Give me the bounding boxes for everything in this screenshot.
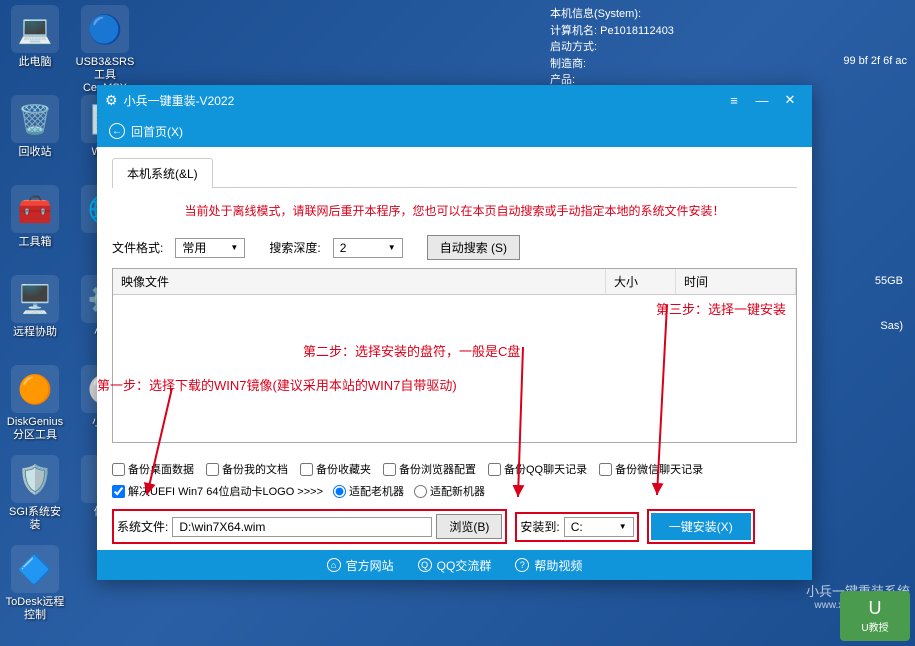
- backup-options: 备份桌面数据 备份我的文档 备份收藏夹 备份浏览器配置 备份QQ聊天记录 备份微…: [112, 461, 797, 477]
- table-header: 映像文件 大小 时间: [113, 269, 796, 295]
- desktop-icon[interactable]: 🗑️ 回收站: [5, 95, 65, 159]
- col-time[interactable]: 时间: [676, 269, 796, 294]
- back-arrow-icon: ←: [109, 123, 125, 139]
- desktop-icon[interactable]: 🔷 ToDesk远程控制: [5, 545, 65, 622]
- home-icon: ⌂: [327, 558, 341, 572]
- search-depth-select[interactable]: 2 ▼: [333, 238, 403, 258]
- qq-icon: Q: [418, 558, 432, 572]
- app-shortcut-icon: 🧰: [11, 185, 59, 233]
- footer-help[interactable]: ? 帮助视频: [515, 557, 582, 574]
- system-file-group: 系统文件: 浏览(B): [112, 509, 507, 544]
- system-file-input[interactable]: [172, 517, 432, 537]
- titlebar[interactable]: ⚙ 小兵一键重装-V2022 ≡ — ✕: [97, 85, 812, 115]
- chevron-down-icon: ▼: [230, 243, 238, 252]
- sysinfo-computer: 计算机名: Pe1018112403: [550, 23, 674, 40]
- cb-backup-desktop[interactable]: 备份桌面数据: [112, 461, 194, 477]
- cb-backup-fav[interactable]: 备份收藏夹: [300, 461, 371, 477]
- back-home-button[interactable]: ← 回首页(X): [109, 123, 183, 140]
- radio-new-machine[interactable]: 适配新机器: [414, 483, 485, 499]
- tab-row: 本机系统(&L): [112, 157, 797, 188]
- cb-backup-docs[interactable]: 备份我的文档: [206, 461, 288, 477]
- app-shortcut-icon: 💻: [11, 5, 59, 53]
- desktop-icon[interactable]: 🖥️ 远程协助: [5, 275, 65, 339]
- file-format-label: 文件格式:: [112, 239, 163, 256]
- annotation-step1: 第一步：选择下载的WIN7镜像(建议采用本站的WIN7自带驱动): [97, 375, 517, 394]
- system-file-label: 系统文件:: [117, 518, 168, 535]
- window-title: 小兵一键重装-V2022: [124, 92, 720, 109]
- watermark-badge: U U教授: [840, 591, 910, 641]
- sysinfo-title: 本机信息(System):: [550, 6, 674, 23]
- install-button[interactable]: 一键安装(X): [651, 513, 751, 540]
- browse-button[interactable]: 浏览(B): [436, 514, 502, 539]
- icon-label: ToDesk远程控制: [5, 596, 65, 622]
- app-shortcut-icon: 🛡️: [11, 455, 59, 503]
- app-shortcut-icon: 🖥️: [11, 275, 59, 323]
- app-shortcut-icon: 🗑️: [11, 95, 59, 143]
- offline-warning: 当前处于离线模式，请联网后重开本程序，您也可以在本页自动搜索或手动指定本地的系统…: [112, 194, 797, 227]
- disk-size-info: 55GB: [875, 275, 903, 287]
- sysinfo-boot: 启动方式:: [550, 39, 674, 56]
- search-controls: 文件格式: 常用 ▼ 搜索深度: 2 ▼ 自动搜索 (S): [112, 235, 797, 260]
- footer-official[interactable]: ⌂ 官方网站: [327, 557, 394, 574]
- annotation-step3: 第三步：选择一键安装: [656, 299, 786, 318]
- cb-backup-wechat[interactable]: 备份微信聊天记录: [599, 461, 703, 477]
- desktop-icon[interactable]: 🧰 工具箱: [5, 185, 65, 249]
- install-drive-select[interactable]: C: ▼: [564, 517, 634, 537]
- app-shortcut-icon: 🟠: [11, 365, 59, 413]
- icon-label: SGI系统安装: [5, 506, 65, 532]
- footer-qq[interactable]: Q QQ交流群: [418, 557, 492, 574]
- install-row: 系统文件: 浏览(B) 安装到: C: ▼ 一键安装(X): [112, 509, 797, 544]
- chevron-down-icon: ▼: [388, 243, 396, 252]
- install-button-group: 一键安装(X): [647, 509, 755, 544]
- app-window: ⚙ 小兵一键重装-V2022 ≡ — ✕ ← 回首页(X) 本机系统(&L) 当…: [97, 85, 812, 580]
- col-size[interactable]: 大小: [606, 269, 676, 294]
- app-shortcut-icon: 🔵: [81, 5, 129, 53]
- radio-old-machine[interactable]: 适配老机器: [333, 483, 404, 499]
- mac-address: 99 bf 2f 6f ac: [843, 55, 907, 67]
- menu-button[interactable]: ≡: [720, 88, 748, 112]
- icon-label: 工具箱: [5, 236, 65, 249]
- auto-search-button[interactable]: 自动搜索 (S): [427, 235, 520, 260]
- install-to-label: 安装到:: [520, 518, 559, 535]
- annotation-step2: 第二步：选择安装的盘符，一般是C盘: [303, 341, 520, 360]
- sysinfo-mfr: 制造商:: [550, 56, 674, 73]
- tab-local-system[interactable]: 本机系统(&L): [112, 158, 213, 188]
- content-area: 本机系统(&L) 当前处于离线模式，请联网后重开本程序，您也可以在本页自动搜索或…: [97, 147, 812, 550]
- back-label: 回首页(X): [131, 123, 183, 140]
- icon-label: 回收站: [5, 146, 65, 159]
- file-format-select[interactable]: 常用 ▼: [175, 238, 245, 258]
- install-drive-group: 安装到: C: ▼: [515, 512, 638, 542]
- cb-backup-browser[interactable]: 备份浏览器配置: [383, 461, 476, 477]
- window-footer: ⌂ 官方网站 Q QQ交流群 ? 帮助视频: [97, 550, 812, 580]
- minimize-button[interactable]: —: [748, 88, 776, 112]
- app-shortcut-icon: 🔷: [11, 545, 59, 593]
- help-icon: ?: [515, 558, 529, 572]
- nav-bar: ← 回首页(X): [97, 115, 812, 147]
- disk-sas-info: Sas): [880, 320, 903, 332]
- icon-label: DiskGenius分区工具: [5, 416, 65, 442]
- search-depth-label: 搜索深度:: [269, 239, 320, 256]
- desktop-icon[interactable]: 🔵USB3&SRS工具CeoMSX: [75, 5, 135, 96]
- icon-label: 此电脑: [5, 56, 65, 69]
- app-icon: ⚙: [105, 92, 118, 109]
- chevron-down-icon: ▼: [619, 522, 627, 531]
- close-button[interactable]: ✕: [776, 88, 804, 112]
- image-file-table[interactable]: 映像文件 大小 时间 第三步：选择一键安装 第二步：选择安装的盘符，一般是C盘: [112, 268, 797, 443]
- desktop-icon[interactable]: 🛡️ SGI系统安装: [5, 455, 65, 532]
- uefi-options: 解决UEFI Win7 64位启动卡LOGO >>>> 适配老机器 适配新机器: [112, 483, 797, 499]
- desktop-icon[interactable]: 💻 此电脑: [5, 5, 65, 69]
- icon-label: 远程协助: [5, 326, 65, 339]
- col-file[interactable]: 映像文件: [113, 269, 606, 294]
- desktop-icon[interactable]: 🟠 DiskGenius分区工具: [5, 365, 65, 442]
- cb-uefi-fix[interactable]: 解决UEFI Win7 64位启动卡LOGO >>>>: [112, 483, 323, 499]
- cb-backup-qq[interactable]: 备份QQ聊天记录: [488, 461, 587, 477]
